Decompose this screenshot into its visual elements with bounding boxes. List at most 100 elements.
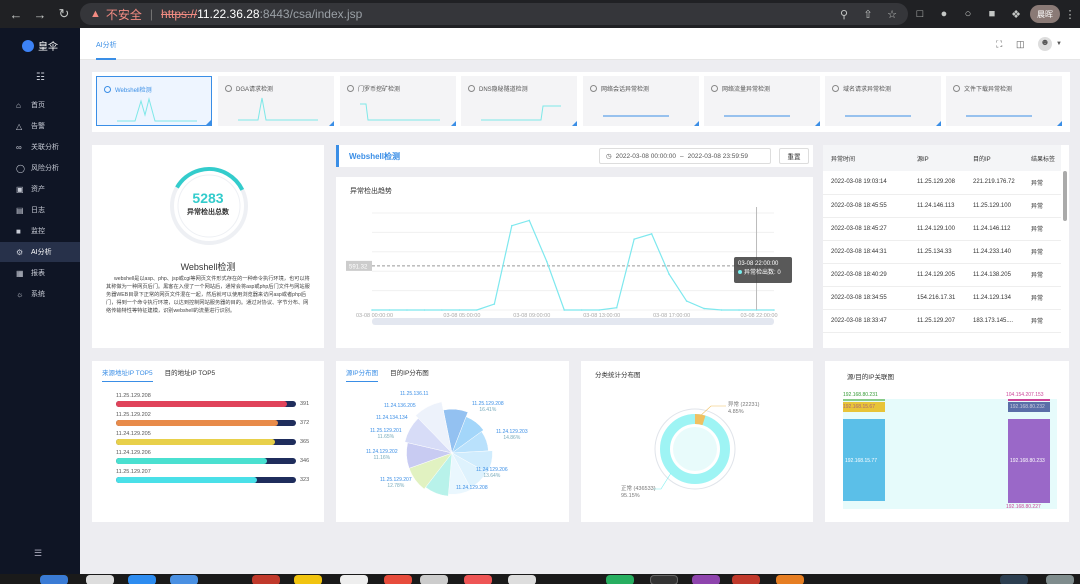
tab-source-top5[interactable]: 来源地址IP TOP5 <box>102 367 153 382</box>
table-row[interactable]: 2022-03-08 18:44:31 11.25.134.33 11.24.233… <box>823 240 1061 264</box>
bookmark-star-icon[interactable]: ☆ <box>884 6 900 22</box>
dock-app-icon[interactable] <box>508 575 536 584</box>
avatar[interactable]: ☻ <box>1038 37 1052 51</box>
dock-app-icon[interactable] <box>732 575 760 584</box>
trend-point[interactable] <box>441 309 443 311</box>
tab-ai-analysis[interactable]: AI分析 <box>96 40 117 50</box>
zoom-icon[interactable]: ⚲ <box>836 6 852 22</box>
sidebar-item-home[interactable]: ⌂ 首页 <box>0 95 80 115</box>
sidebar-item-correlation[interactable]: ∞ 关联分析 <box>0 137 80 157</box>
trend-point[interactable] <box>511 224 513 227</box>
trend-point[interactable] <box>720 309 723 311</box>
top5-bar-row[interactable]: 11.25.129.202 372 <box>116 412 316 426</box>
detector-card-session[interactable]: 网络会话异常检测 <box>583 76 699 126</box>
trend-point[interactable] <box>738 309 740 311</box>
reset-button[interactable]: 重置 <box>779 148 809 164</box>
trend-point[interactable] <box>650 233 653 235</box>
extensions-puzzle-icon[interactable]: ❖ <box>1008 6 1024 22</box>
dock-app-icon[interactable] <box>128 575 156 584</box>
table-row[interactable]: 2022-03-08 18:45:27 11.24.129.100 11.24.14… <box>823 217 1061 241</box>
col-label[interactable]: 结果标签 <box>1023 145 1061 171</box>
table-row[interactable]: 2022-03-08 18:45:55 11.24.146.113 11.25.12… <box>823 194 1061 218</box>
back-icon[interactable]: ← <box>6 4 26 24</box>
sidebar-item-alert[interactable]: △ 告警 <box>0 116 80 136</box>
reload-icon[interactable]: ↻ <box>54 4 74 24</box>
col-time[interactable]: 异常时间 <box>823 145 909 171</box>
trend-point[interactable] <box>458 309 461 311</box>
dock-app-icon[interactable] <box>420 575 448 584</box>
dock-trash-icon[interactable] <box>1046 575 1074 584</box>
detector-card-domain[interactable]: 域名请求异常检测 <box>825 76 941 126</box>
table-row[interactable]: 2022-03-08 18:34:55 154.216.17.31 11.24.12… <box>823 286 1061 310</box>
menu-dots-icon[interactable]: ⋮ <box>1062 6 1078 22</box>
date-range-picker[interactable]: ◷ 2022-03-08 00:00:00 – 2022-03-08 23:59… <box>599 148 771 164</box>
collapse-menu-icon[interactable]: ☰ <box>34 548 42 559</box>
trend-point[interactable] <box>773 309 775 311</box>
trend-point[interactable] <box>685 300 688 302</box>
dock-app-icon[interactable] <box>650 575 678 584</box>
table-row[interactable]: 2022-03-08 19:03:14 11.25.129.208 221.219.… <box>823 171 1061 195</box>
trend-point[interactable] <box>598 309 601 311</box>
dock-app-icon[interactable] <box>170 575 198 584</box>
trend-point[interactable] <box>668 273 670 275</box>
extension-4-icon[interactable]: ■ <box>984 6 1000 22</box>
layout-icon[interactable]: ◫ <box>1016 39 1025 50</box>
top5-bar-row[interactable]: 11.24.129.205 365 <box>116 431 316 445</box>
trend-point[interactable] <box>388 309 391 311</box>
detector-card-traffic[interactable]: 网络流量异常检测 <box>704 76 820 126</box>
extension-1-icon[interactable]: □ <box>912 6 928 22</box>
sidebar-item-ai[interactable]: ⚙ AI分析 <box>0 242 80 262</box>
dock-app-icon[interactable] <box>464 575 492 584</box>
trend-point[interactable] <box>476 309 478 311</box>
trend-point[interactable] <box>493 303 496 305</box>
col-dst[interactable]: 目的IP <box>965 145 1023 171</box>
detector-card-dga[interactable]: DGA请求检测 <box>218 76 334 126</box>
trend-point[interactable] <box>563 309 566 311</box>
dock-app-icon[interactable] <box>40 575 68 584</box>
trend-point[interactable] <box>371 309 373 311</box>
dock-app-icon[interactable] <box>692 575 720 584</box>
address-bar[interactable]: ▲ 不安全 | https:// 11.22.36.28 :8443/csa/i… <box>80 3 908 25</box>
dock-app-icon[interactable] <box>340 575 368 584</box>
dock-app-icon[interactable] <box>86 575 114 584</box>
sidebar-item-risk[interactable]: ◯ 风险分析 <box>0 158 80 178</box>
table-row[interactable]: 2022-03-08 18:33:47 11.25.129.207 183.173.… <box>823 309 1061 333</box>
grid-menu-icon[interactable]: ☷ <box>36 72 45 83</box>
sidebar-item-logs[interactable]: ▤ 日志 <box>0 200 80 220</box>
dock-app-icon[interactable] <box>384 575 412 584</box>
profile-button[interactable]: 晨晖 <box>1030 5 1060 23</box>
sidebar-item-assets[interactable]: ▣ 资产 <box>0 179 80 199</box>
detector-card-webshell[interactable]: Webshell检测 <box>96 76 212 126</box>
trend-point[interactable] <box>423 309 426 311</box>
sidebar-item-system[interactable]: ☼ 系统 <box>0 284 80 304</box>
detector-card-download[interactable]: 文件下载异常检测 <box>946 76 1062 126</box>
share-icon[interactable]: ⇧ <box>860 6 876 22</box>
trend-point[interactable] <box>406 309 408 311</box>
trend-point[interactable] <box>633 238 635 240</box>
table-scrollbar[interactable] <box>1063 171 1067 221</box>
tab-dest-top5[interactable]: 目的地址IP TOP5 <box>165 367 216 382</box>
extension-2-icon[interactable]: ● <box>936 6 952 22</box>
dock-app-icon[interactable] <box>606 575 634 584</box>
fullscreen-icon[interactable]: ⛶ <box>996 39 1002 50</box>
chevron-down-icon[interactable]: ▼ <box>1056 41 1062 47</box>
trend-point[interactable] <box>545 260 548 263</box>
dock-app-icon[interactable] <box>776 575 804 584</box>
detector-card-mining[interactable]: 门罗币挖矿检测 <box>340 76 456 126</box>
trend-point[interactable] <box>580 309 583 311</box>
trend-point[interactable] <box>528 219 531 222</box>
dock-app-icon[interactable] <box>294 575 322 584</box>
forward-icon[interactable]: → <box>30 4 50 24</box>
trend-point[interactable] <box>615 306 618 309</box>
extension-3-icon[interactable]: ○ <box>960 6 976 22</box>
col-src[interactable]: 源IP <box>909 145 965 171</box>
zoom-slider[interactable] <box>372 318 774 325</box>
sidebar-item-monitor[interactable]: ■ 监控 <box>0 221 80 241</box>
top5-bar-row[interactable]: 11.24.129.206 346 <box>116 450 316 464</box>
detector-card-dns[interactable]: DNS隐秘隧道检测 <box>461 76 577 126</box>
sidebar-item-report[interactable]: ▦ 报表 <box>0 263 80 283</box>
trend-point[interactable] <box>703 307 705 310</box>
dock-app-icon[interactable] <box>252 575 280 584</box>
table-row[interactable]: 2022-03-08 18:40:29 11.24.129.205 11.24.13… <box>823 263 1061 287</box>
dock-app-icon[interactable] <box>1000 575 1028 584</box>
